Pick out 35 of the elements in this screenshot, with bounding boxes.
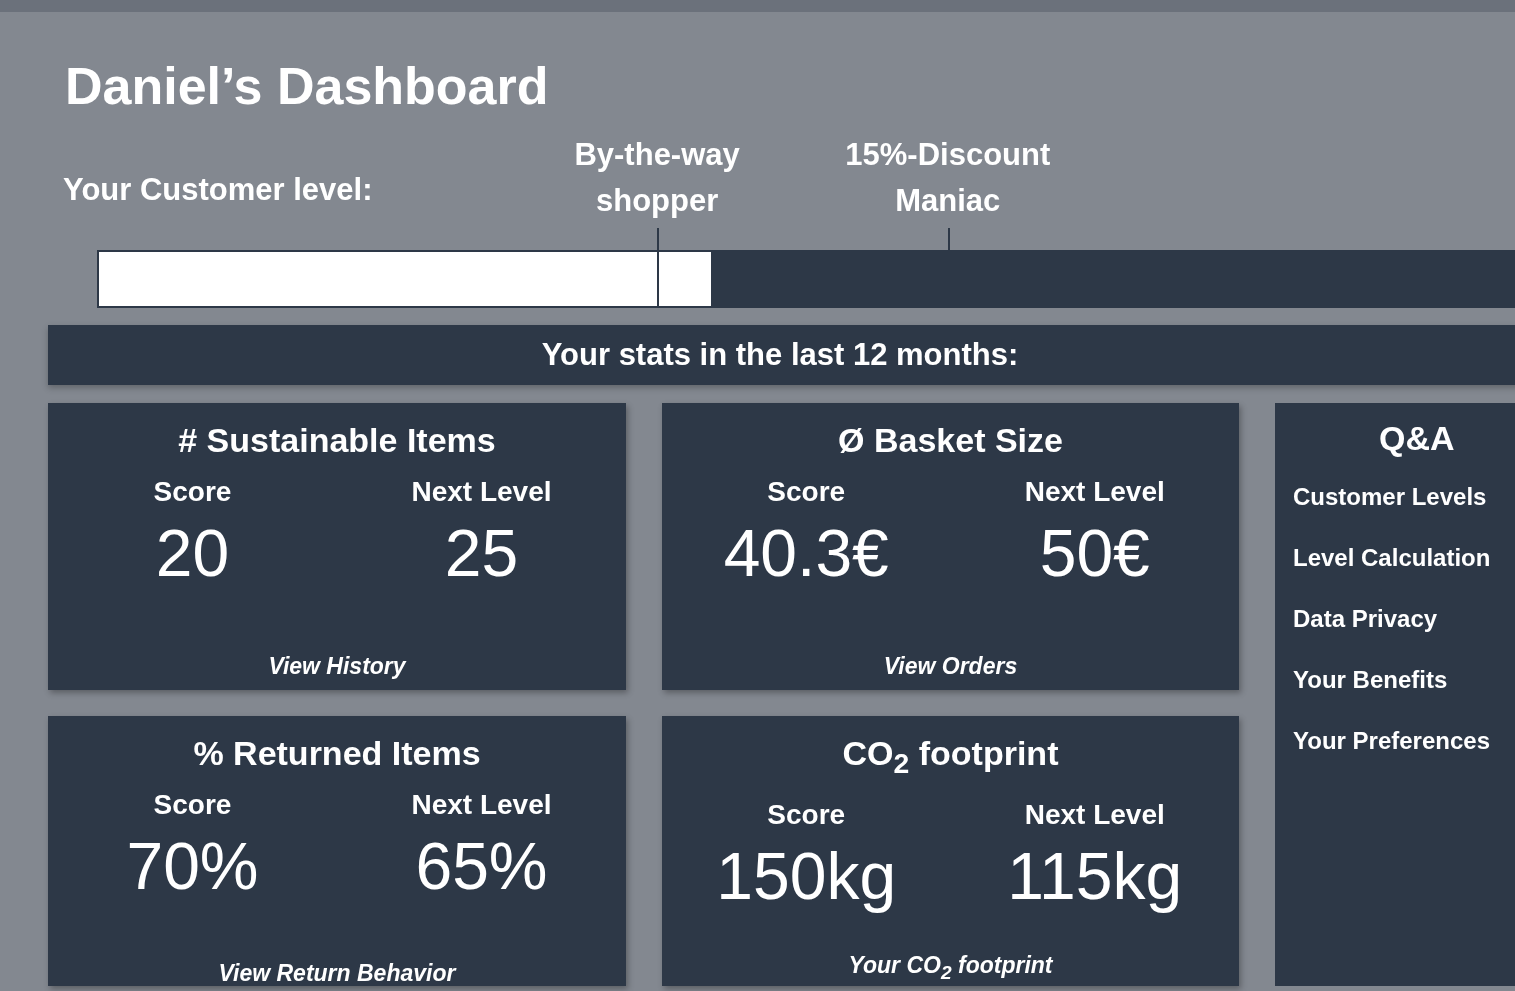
next-level-label: Next Level: [411, 788, 552, 822]
card-title: CO$_{2}$ footprint: [842, 733, 1059, 781]
next-level-value: 115kg: [1007, 837, 1183, 915]
card-link[interactable]: View Return Behavior: [218, 960, 456, 986]
score-label: Score: [767, 475, 846, 509]
card-link[interactable]: Your CO$_{2}$ footprint: [848, 952, 1053, 986]
customer-level-label: Your Customer level:: [63, 172, 373, 208]
qa-link[interactable]: Data Privacy: [1293, 599, 1438, 638]
card-title: % Returned Items: [193, 733, 481, 774]
qa-title: Q&A: [1379, 419, 1455, 458]
score-value: 40.3€: [723, 515, 889, 592]
card-link[interactable]: View Orders: [883, 653, 1018, 680]
card-link[interactable]: View History: [268, 653, 406, 680]
score-value: 150kg: [716, 837, 897, 915]
banner-text: Your stats in the last 12 months:: [541, 337, 1019, 373]
dashboard-title: Daniel’s Dashboard: [65, 56, 549, 116]
next-level-value: 25: [444, 515, 519, 592]
milestone-label: By-the-way shopper: [574, 136, 740, 220]
milestone-label: 15%-Discount Maniac: [845, 136, 1051, 220]
next-level-value: 50€: [1039, 515, 1150, 592]
qa-link[interactable]: Your Benefits: [1293, 660, 1448, 699]
score-label: Score: [153, 788, 232, 822]
qa-link[interactable]: Level Calculation: [1293, 538, 1491, 577]
next-level-label: Next Level: [411, 475, 552, 509]
score-label: Score: [767, 797, 846, 832]
score-label: Score: [153, 475, 232, 509]
card-title: # Sustainable Items: [178, 420, 496, 461]
card-title: Ø Basket Size: [838, 420, 1063, 461]
score-value: 20: [155, 515, 230, 592]
next-level-label: Next Level: [1024, 797, 1165, 832]
score-value: 70%: [126, 828, 259, 905]
qa-link[interactable]: Customer Levels: [1293, 477, 1487, 516]
qa-link[interactable]: Your Preferences: [1293, 721, 1490, 760]
next-level-label: Next Level: [1024, 475, 1165, 509]
next-level-value: 65%: [415, 828, 548, 905]
